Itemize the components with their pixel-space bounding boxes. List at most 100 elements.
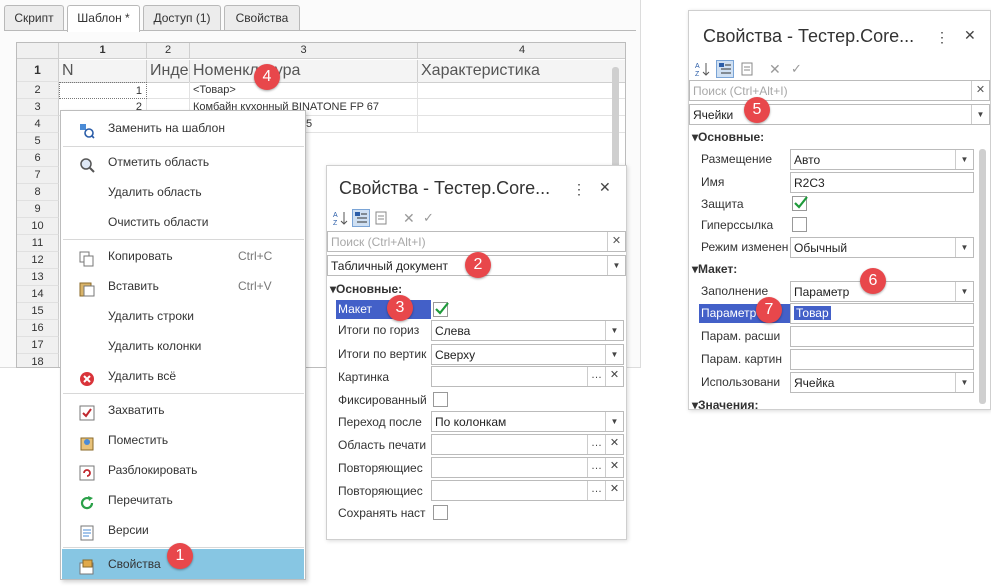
categories-icon[interactable] <box>716 60 734 78</box>
prop-totals-vertical-select[interactable]: Сверху ▼ <box>431 344 624 365</box>
row-header-4[interactable]: 4 <box>17 116 59 133</box>
prop-picture-field[interactable]: … ✕ <box>431 366 624 387</box>
row-header-16[interactable]: 16 <box>17 320 59 337</box>
menu-item-reread[interactable]: Перечитать <box>62 485 304 515</box>
menu-item-delete-columns[interactable]: Удалить колонки <box>62 331 304 361</box>
cell-row2-nomenclature[interactable]: <Товар> <box>190 82 418 99</box>
row-header-2[interactable]: 2 <box>17 82 59 99</box>
prop-usage-select[interactable]: Ячейка ▼ <box>790 372 974 393</box>
sort-az-icon[interactable]: AZ <box>695 61 711 78</box>
clear-value-icon[interactable]: ✕ <box>769 61 785 77</box>
prop-placement-select[interactable]: Авто ▼ <box>790 149 974 170</box>
menu-item-versions[interactable]: Версии <box>62 515 304 545</box>
row-header-13[interactable]: 13 <box>17 269 59 286</box>
row-header-7[interactable]: 7 <box>17 167 59 184</box>
page-view-icon[interactable] <box>739 61 755 77</box>
prop-param-picture-field[interactable] <box>790 349 974 370</box>
apply-check-icon[interactable]: ✓ <box>423 210 439 226</box>
clear-value-icon[interactable]: ✕ <box>403 210 419 226</box>
panel-menu-button[interactable]: ⋮ <box>572 182 586 196</box>
property-search-input[interactable]: Поиск (Ctrl+Alt+I) ✕ <box>689 80 990 101</box>
menu-item-clear-areas[interactable]: Очистить области <box>62 207 304 237</box>
clear-icon[interactable]: ✕ <box>605 367 623 386</box>
browse-button[interactable]: … <box>587 481 605 500</box>
chevron-down-icon[interactable]: ▼ <box>607 256 625 275</box>
cell-row2-index[interactable] <box>147 82 190 99</box>
row-header-3[interactable]: 3 <box>17 99 59 116</box>
chevron-down-icon[interactable]: ▼ <box>971 105 989 124</box>
prop-protection-checkbox[interactable] <box>792 196 808 211</box>
chevron-down-icon[interactable]: ▼ <box>605 412 623 431</box>
close-icon[interactable]: ✕ <box>964 28 976 42</box>
prop-print-area-field[interactable]: … ✕ <box>431 434 624 455</box>
row-header-14[interactable]: 14 <box>17 286 59 303</box>
menu-item-capture[interactable]: Захватить <box>62 395 304 425</box>
prop-name-field[interactable]: R2C3 <box>790 172 974 193</box>
prop-transition-select[interactable]: По колонкам ▼ <box>431 411 624 432</box>
chevron-down-icon[interactable]: ▼ <box>605 321 623 340</box>
row-header-17[interactable]: 17 <box>17 337 59 354</box>
clear-icon[interactable]: ✕ <box>605 458 623 477</box>
menu-item-delete-all[interactable]: Удалить всё <box>62 361 304 391</box>
row-header-6[interactable]: 6 <box>17 150 59 167</box>
menu-item-replace-template[interactable]: Заменить на шаблон <box>62 113 304 143</box>
prop-hyperlink-checkbox[interactable] <box>792 217 807 232</box>
prop-totals-horizontal-select[interactable]: Слева ▼ <box>431 320 624 341</box>
tab-script[interactable]: Скрипт <box>4 5 64 30</box>
cell-header-nomenclature[interactable]: Номенклатура <box>190 60 418 83</box>
prop-edit-mode-select[interactable]: Обычный ▼ <box>790 237 974 258</box>
clear-search-icon[interactable]: ✕ <box>607 232 625 251</box>
object-selector[interactable]: Ячейки ▼ <box>689 104 990 125</box>
clear-search-icon[interactable]: ✕ <box>971 81 989 100</box>
column-header-4[interactable]: 4 <box>418 43 625 59</box>
tab-access[interactable]: Доступ (1) <box>143 5 221 30</box>
menu-item-copy[interactable]: Копировать Ctrl+C <box>62 241 304 271</box>
browse-button[interactable]: … <box>587 458 605 477</box>
sort-az-icon[interactable]: AZ <box>333 210 349 227</box>
section-layout[interactable]: ▾Макет: <box>692 262 737 276</box>
browse-button[interactable]: … <box>587 435 605 454</box>
apply-check-icon[interactable]: ✓ <box>791 61 807 77</box>
menu-item-delete-rows[interactable]: Удалить строки <box>62 301 304 331</box>
prop-layout-checkbox[interactable] <box>433 302 449 317</box>
prop-repeat-rows-field[interactable]: … ✕ <box>431 457 624 478</box>
row-header-18[interactable]: 18 <box>17 354 59 367</box>
clear-icon[interactable]: ✕ <box>605 481 623 500</box>
clear-icon[interactable]: ✕ <box>605 435 623 454</box>
categories-icon[interactable] <box>352 209 370 227</box>
menu-item-place[interactable]: Поместить <box>62 425 304 455</box>
cell-row4-characteristic[interactable] <box>418 116 625 133</box>
row-header-9[interactable]: 9 <box>17 201 59 218</box>
row-header-12[interactable]: 12 <box>17 252 59 269</box>
chevron-down-icon[interactable]: ▼ <box>955 150 973 169</box>
menu-item-paste[interactable]: Вставить Ctrl+V <box>62 271 304 301</box>
close-icon[interactable]: ✕ <box>599 180 611 194</box>
cell-header-n[interactable]: N <box>59 60 147 83</box>
property-search-input[interactable]: Поиск (Ctrl+Alt+I) ✕ <box>327 231 626 252</box>
menu-item-delete-area[interactable]: Удалить область <box>62 177 304 207</box>
row-header-15[interactable]: 15 <box>17 303 59 320</box>
row-header-10[interactable]: 10 <box>17 218 59 235</box>
row-header-5[interactable]: 5 <box>17 133 59 150</box>
cell-row3-characteristic[interactable] <box>418 99 625 116</box>
row-header-1[interactable]: 1 <box>17 59 59 82</box>
grid-corner[interactable] <box>17 43 59 59</box>
row-header-8[interactable]: 8 <box>17 184 59 201</box>
chevron-down-icon[interactable]: ▼ <box>955 373 973 392</box>
prop-parameter-field[interactable]: Товар <box>790 303 974 324</box>
menu-item-mark-area[interactable]: Отметить область <box>62 147 304 177</box>
chevron-down-icon[interactable]: ▼ <box>955 282 973 301</box>
prop-repeat-columns-field[interactable]: … ✕ <box>431 480 624 501</box>
page-view-icon[interactable] <box>373 210 389 226</box>
cell-row2-n[interactable]: 1 <box>59 82 147 99</box>
cell-row2-characteristic[interactable] <box>418 82 625 99</box>
chevron-down-icon[interactable]: ▼ <box>955 238 973 257</box>
cell-header-index[interactable]: Индекс <box>147 60 190 83</box>
tab-properties[interactable]: Свойства <box>224 5 300 30</box>
prop-fixed-checkbox[interactable] <box>433 392 448 407</box>
column-header-3[interactable]: 3 <box>190 43 418 59</box>
section-main[interactable]: ▾Основные: <box>692 130 764 144</box>
chevron-down-icon[interactable]: ▼ <box>605 345 623 364</box>
panel-menu-button[interactable]: ⋮ <box>935 30 949 44</box>
browse-button[interactable]: … <box>587 367 605 386</box>
